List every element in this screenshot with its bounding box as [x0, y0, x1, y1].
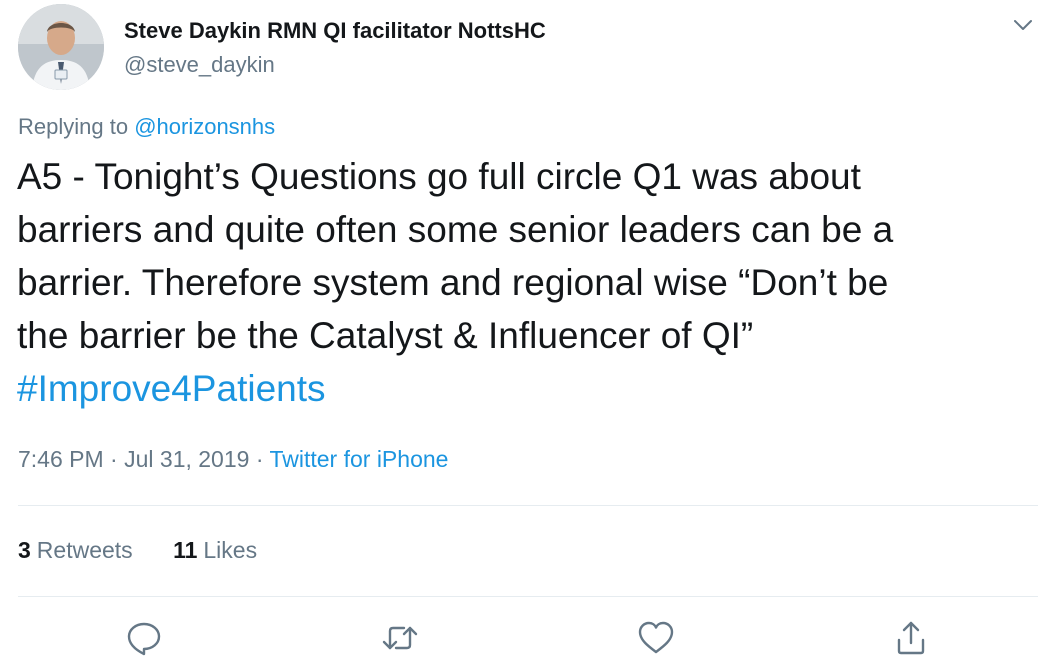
- tweet-card: Steve Daykin RMN QI facilitator NottsHC …: [0, 0, 1056, 666]
- retweets-stat[interactable]: 3 Retweets: [18, 537, 133, 564]
- action-bar: [0, 618, 1056, 662]
- author-display-name[interactable]: Steve Daykin RMN QI facilitator NottsHC: [124, 18, 546, 44]
- author-handle[interactable]: @steve_daykin: [124, 52, 275, 78]
- likes-count: 11: [173, 537, 198, 563]
- likes-stat[interactable]: 11 Likes: [173, 537, 257, 564]
- engagement-stats: 3 Retweets 11 Likes: [18, 537, 257, 564]
- tweet-date[interactable]: Jul 31, 2019: [124, 446, 249, 472]
- tweet-metadata: 7:46 PM · Jul 31, 2019 · Twitter for iPh…: [18, 446, 448, 473]
- divider: [18, 505, 1038, 506]
- tweet-header: Steve Daykin RMN QI facilitator NottsHC …: [18, 4, 1038, 94]
- retweet-icon[interactable]: [380, 618, 420, 658]
- tweet-text-line: barriers and quite often some senior lea…: [17, 209, 894, 250]
- chevron-down-icon[interactable]: [1010, 12, 1036, 38]
- tweet-time[interactable]: 7:46 PM: [18, 446, 104, 472]
- replying-to-mention[interactable]: @horizonsnhs: [134, 114, 275, 139]
- reply-icon[interactable]: [124, 618, 164, 658]
- tweet-text-line: barrier. Therefore system and regional w…: [17, 262, 889, 303]
- tweet-text: A5 - Tonight’s Questions go full circle …: [17, 150, 1037, 415]
- likes-label: Likes: [203, 537, 258, 563]
- avatar-image: [18, 4, 104, 90]
- heart-icon[interactable]: [636, 618, 676, 658]
- retweets-label: Retweets: [36, 537, 133, 563]
- divider: [18, 596, 1038, 597]
- meta-separator: ·: [249, 446, 270, 472]
- tweet-text-line: A5 - Tonight’s Questions go full circle …: [17, 156, 861, 197]
- share-icon[interactable]: [891, 618, 931, 658]
- replying-to: Replying to @horizonsnhs: [18, 114, 275, 140]
- replying-to-label: Replying to: [18, 114, 135, 139]
- meta-separator: ·: [103, 446, 125, 472]
- avatar[interactable]: [18, 4, 104, 90]
- tweet-source-link[interactable]: Twitter for iPhone: [269, 446, 448, 472]
- retweets-count: 3: [18, 537, 31, 563]
- hashtag-link[interactable]: #Improve4Patients: [17, 362, 1037, 415]
- tweet-text-line: the barrier be the Catalyst & Influencer…: [17, 315, 754, 356]
